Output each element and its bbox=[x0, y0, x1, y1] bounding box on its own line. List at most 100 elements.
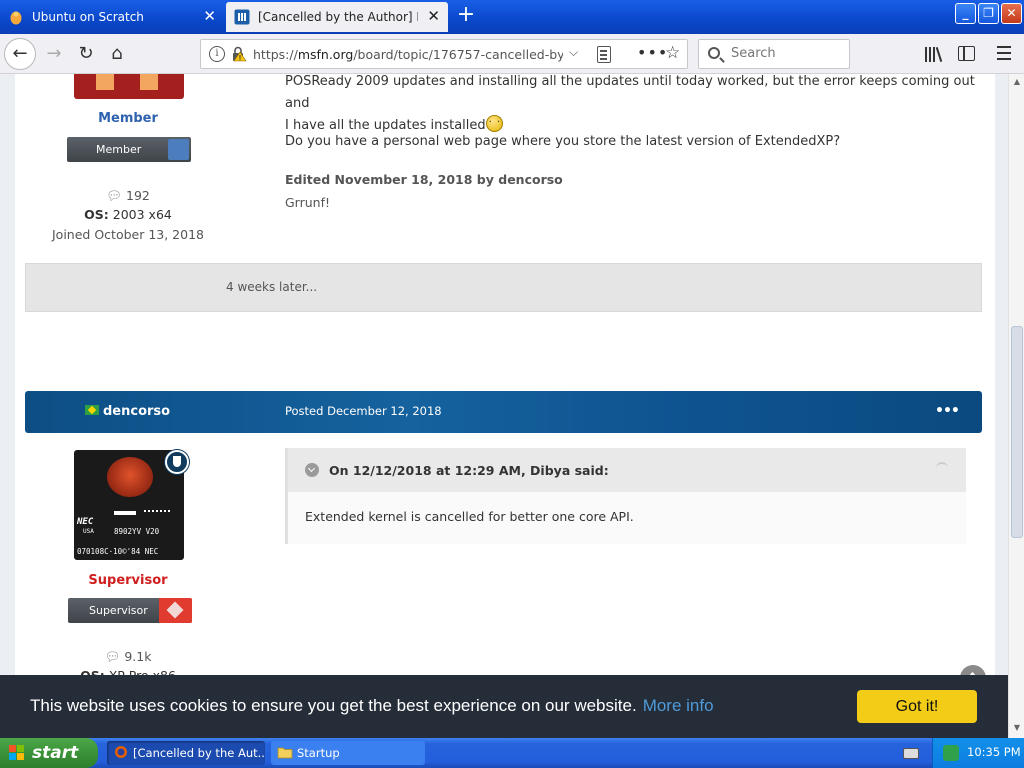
windows-taskbar: start [Cancelled by the Aut... Startup 1… bbox=[0, 738, 1024, 768]
new-tab-button[interactable]: + bbox=[454, 4, 478, 28]
brazil-flag-icon bbox=[85, 405, 99, 415]
post-date[interactable]: Posted December 12, 2018 bbox=[285, 404, 442, 418]
taskbar-item-label: [Cancelled by the Aut... bbox=[133, 746, 265, 760]
avatar-model-text: 8902YV V20 bbox=[114, 527, 160, 536]
post-count-value: 192 bbox=[126, 188, 150, 203]
network-tray-icon[interactable] bbox=[943, 745, 959, 761]
url-path: /board/topic/176757-cancelled-by-the bbox=[353, 47, 563, 62]
keyboard-language-icon[interactable] bbox=[903, 748, 919, 759]
post-question: Do you have a personal web page where yo… bbox=[285, 134, 841, 149]
taskbar-item-startup-folder[interactable]: Startup bbox=[271, 741, 425, 765]
back-button[interactable]: ← bbox=[4, 38, 36, 70]
user-avatar[interactable] bbox=[74, 74, 184, 99]
avatar-chip-marking bbox=[114, 511, 136, 515]
browser-title-bar: Ubuntu on Scratch ✕ [Cancelled by the Au… bbox=[0, 0, 1024, 34]
rank-badge: Member bbox=[67, 137, 191, 162]
maximize-window-button[interactable]: ❐ bbox=[978, 3, 999, 24]
avatar-country-text: USA bbox=[83, 528, 94, 535]
quote-header: On 12/12/2018 at 12:29 AM, Dibya said: bbox=[288, 448, 966, 492]
member-group-title: Member bbox=[98, 111, 158, 126]
windows-logo-icon bbox=[9, 745, 26, 761]
url-host: msfn.org bbox=[297, 47, 354, 62]
insecure-lock-icon[interactable] bbox=[231, 46, 247, 62]
close-window-button[interactable]: ✕ bbox=[1001, 3, 1022, 24]
member-person-icon bbox=[168, 139, 189, 160]
tab-label: Ubuntu on Scratch bbox=[32, 10, 144, 24]
scrollbar-thumb[interactable] bbox=[1011, 326, 1023, 538]
post-body: POSReady 2009 updates and installing all… bbox=[285, 74, 975, 137]
more-info-link[interactable]: More info bbox=[643, 696, 714, 715]
avatar-chip-marking bbox=[144, 510, 170, 515]
edited-notice: Edited November 18, 2018 by dencorso bbox=[285, 172, 563, 187]
joined-date: Joined October 13, 2018 bbox=[52, 227, 204, 242]
url-prefix: https:// bbox=[253, 47, 298, 62]
address-bar[interactable]: i https://msfn.org/board/topic/176757-ca… bbox=[200, 39, 688, 69]
search-box[interactable] bbox=[698, 39, 850, 69]
collapse-quote-icon[interactable] bbox=[305, 463, 319, 477]
post-paragraph: POSReady 2009 updates and installing all… bbox=[285, 74, 975, 111]
cookie-message: This website uses cookies to ensure you … bbox=[30, 696, 714, 716]
forum-topic: Member Member 💬︎ 192 OS: 2003 x64 Joined… bbox=[15, 74, 995, 738]
tab-close-icon[interactable]: ✕ bbox=[427, 9, 440, 24]
comment-bubble-icon: 💬︎ bbox=[106, 188, 123, 203]
taskbar-item-browser[interactable]: [Cancelled by the Aut... bbox=[107, 741, 265, 765]
edit-reason: Grrunf! bbox=[285, 195, 331, 210]
sad-face-emoji-icon bbox=[485, 112, 503, 134]
tab-cancelled-by-author[interactable]: [Cancelled by the Author] Extende ✕ bbox=[226, 2, 448, 32]
rank-label: Supervisor bbox=[89, 604, 148, 617]
os-label: OS: bbox=[84, 207, 109, 222]
post-options-menu-icon[interactable]: ••• bbox=[935, 403, 960, 419]
quote-block: On 12/12/2018 at 12:29 AM, Dibya said: E… bbox=[285, 448, 966, 544]
browser-toolbar: ← → ↻ ⌂ i https://msfn.org/board/topic/1… bbox=[0, 34, 1024, 74]
avatar-serial-text: 070108C·10©'84 NEC bbox=[77, 547, 159, 556]
hamburger-menu-icon[interactable] bbox=[997, 46, 1011, 64]
bookmark-star-icon[interactable]: ☆ bbox=[665, 43, 680, 63]
tab-label: [Cancelled by the Author] Extende bbox=[258, 10, 418, 24]
post-author-link[interactable]: dencorso bbox=[85, 404, 170, 419]
cookie-consent-bar: This website uses cookies to ensure you … bbox=[0, 675, 1008, 738]
sidebar-toggle-icon[interactable] bbox=[958, 46, 975, 61]
library-icon[interactable] bbox=[925, 45, 943, 62]
reader-view-icon[interactable] bbox=[597, 46, 611, 63]
browser-app-icon bbox=[115, 746, 127, 758]
quote-text: Extended kernel is cancelled for better … bbox=[305, 509, 634, 524]
tab-close-icon[interactable]: ✕ bbox=[203, 9, 216, 24]
moderator-shield-icon bbox=[165, 450, 189, 474]
scroll-up-arrow-icon[interactable]: ▲ bbox=[1011, 76, 1023, 88]
rank-label: Member bbox=[96, 143, 142, 156]
avatar-brand-text: NEC bbox=[77, 517, 94, 527]
scratch-favicon-icon bbox=[10, 11, 22, 25]
post-count: 💬︎ 192 bbox=[48, 188, 208, 204]
home-button[interactable]: ⌂ bbox=[103, 40, 131, 68]
post-header: dencorso Posted December 12, 2018 ••• bbox=[25, 391, 982, 433]
reload-button[interactable]: ↻ bbox=[72, 40, 100, 68]
clock[interactable]: 10:35 PM bbox=[967, 745, 1021, 759]
start-button[interactable]: start bbox=[0, 738, 98, 768]
user-os: OS: 2003 x64 bbox=[48, 207, 208, 222]
timeline-text: 4 weeks later... bbox=[226, 280, 318, 294]
page-actions-menu-icon[interactable]: ••• bbox=[637, 43, 668, 62]
url-dropdown-chevron-icon[interactable]: ⌵ bbox=[569, 45, 578, 60]
msfn-favicon-icon bbox=[234, 9, 250, 25]
forward-button[interactable]: → bbox=[40, 40, 68, 68]
page-content: Member Member 💬︎ 192 OS: 2003 x64 Joined… bbox=[0, 74, 1008, 738]
site-info-icon[interactable]: i bbox=[209, 46, 225, 62]
red-planet-image bbox=[107, 457, 153, 497]
author-name: dencorso bbox=[103, 404, 171, 419]
url-text[interactable]: https://msfn.org/board/topic/176757-canc… bbox=[253, 47, 563, 62]
post-count: 💬︎ 9.1k bbox=[48, 649, 208, 665]
search-icon bbox=[708, 47, 720, 59]
supervisor-rank-icon bbox=[159, 598, 192, 623]
scroll-down-arrow-icon[interactable]: ▼ bbox=[1011, 722, 1023, 734]
quote-link-icon[interactable] bbox=[936, 462, 948, 468]
comment-bubble-icon: 💬︎ bbox=[104, 649, 121, 664]
got-it-button[interactable]: Got it! bbox=[857, 690, 977, 723]
minimize-window-button[interactable]: _ bbox=[955, 3, 976, 24]
folder-icon bbox=[277, 747, 293, 759]
rank-badge: Supervisor bbox=[68, 598, 192, 623]
cookie-message-text: This website uses cookies to ensure you … bbox=[30, 696, 637, 715]
search-input[interactable] bbox=[731, 46, 841, 61]
tab-ubuntu-on-scratch[interactable]: Ubuntu on Scratch ✕ bbox=[0, 2, 224, 32]
taskbar-item-label: Startup bbox=[297, 746, 340, 760]
vertical-scrollbar[interactable]: ▲ ▼ bbox=[1008, 74, 1024, 738]
